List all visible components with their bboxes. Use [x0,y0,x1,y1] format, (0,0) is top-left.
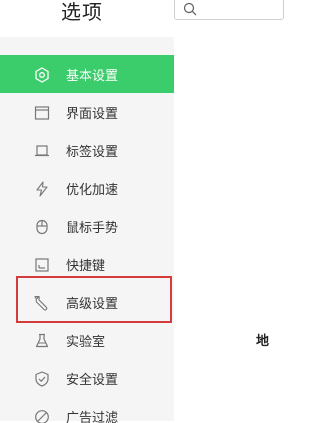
flask-icon [34,333,50,349]
tab-icon [34,143,50,159]
sidebar-item-basic-settings[interactable]: 基本设置 [0,55,174,93]
search-icon [183,1,197,16]
header: 选项 [0,0,284,37]
wrench-icon [34,295,50,311]
sidebar-item-tab-settings[interactable]: 标签设置 [0,131,174,169]
keyboard-shortcut-icon [34,257,50,273]
sidebar-item-shortcuts[interactable]: 快捷键 [0,245,174,283]
sidebar-item-label: 高级设置 [66,297,119,312]
sidebar-item-label: 标签设置 [66,145,119,160]
sidebar-item-label: 界面设置 [66,107,119,122]
hexagon-gear-icon [34,67,50,83]
sidebar-item-optimize-speed[interactable]: 优化加速 [0,169,174,207]
sidebar-item-label: 优化加速 [66,183,119,198]
sidebar-item-ad-filter[interactable]: 广告过滤 [0,397,174,423]
sidebar-item-advanced-settings[interactable]: 高级设置 [0,283,174,321]
content-partial-label: 地 [256,334,270,349]
page-title: 选项 [61,0,103,24]
sidebar-item-label: 基本设置 [66,69,119,84]
sidebar-item-lab[interactable]: 实验室 [0,321,174,359]
sidebar-item-label: 鼠标手势 [66,221,119,236]
sidebar-item-security-settings[interactable]: 安全设置 [0,359,174,397]
sidebar-item-label: 实验室 [66,335,106,350]
sidebar-item-interface-settings[interactable]: 界面设置 [0,93,174,131]
mouse-icon [34,219,50,235]
sidebar-nav: 基本设置 界面设置 标签设置 优化加速 鼠标手势 快捷键 高级设置 实验室 安全… [0,55,174,423]
shield-check-icon [34,371,50,387]
content-pane: 地 [174,37,270,421]
sidebar-item-label: 快捷键 [66,259,106,274]
window-icon [34,105,50,121]
search-input[interactable] [174,0,284,20]
sidebar: 基本设置 界面设置 标签设置 优化加速 鼠标手势 快捷键 高级设置 实验室 安全… [0,37,174,423]
sidebar-item-mouse-gestures[interactable]: 鼠标手势 [0,207,174,245]
lightning-icon [34,181,50,197]
sidebar-item-label: 安全设置 [66,373,119,388]
